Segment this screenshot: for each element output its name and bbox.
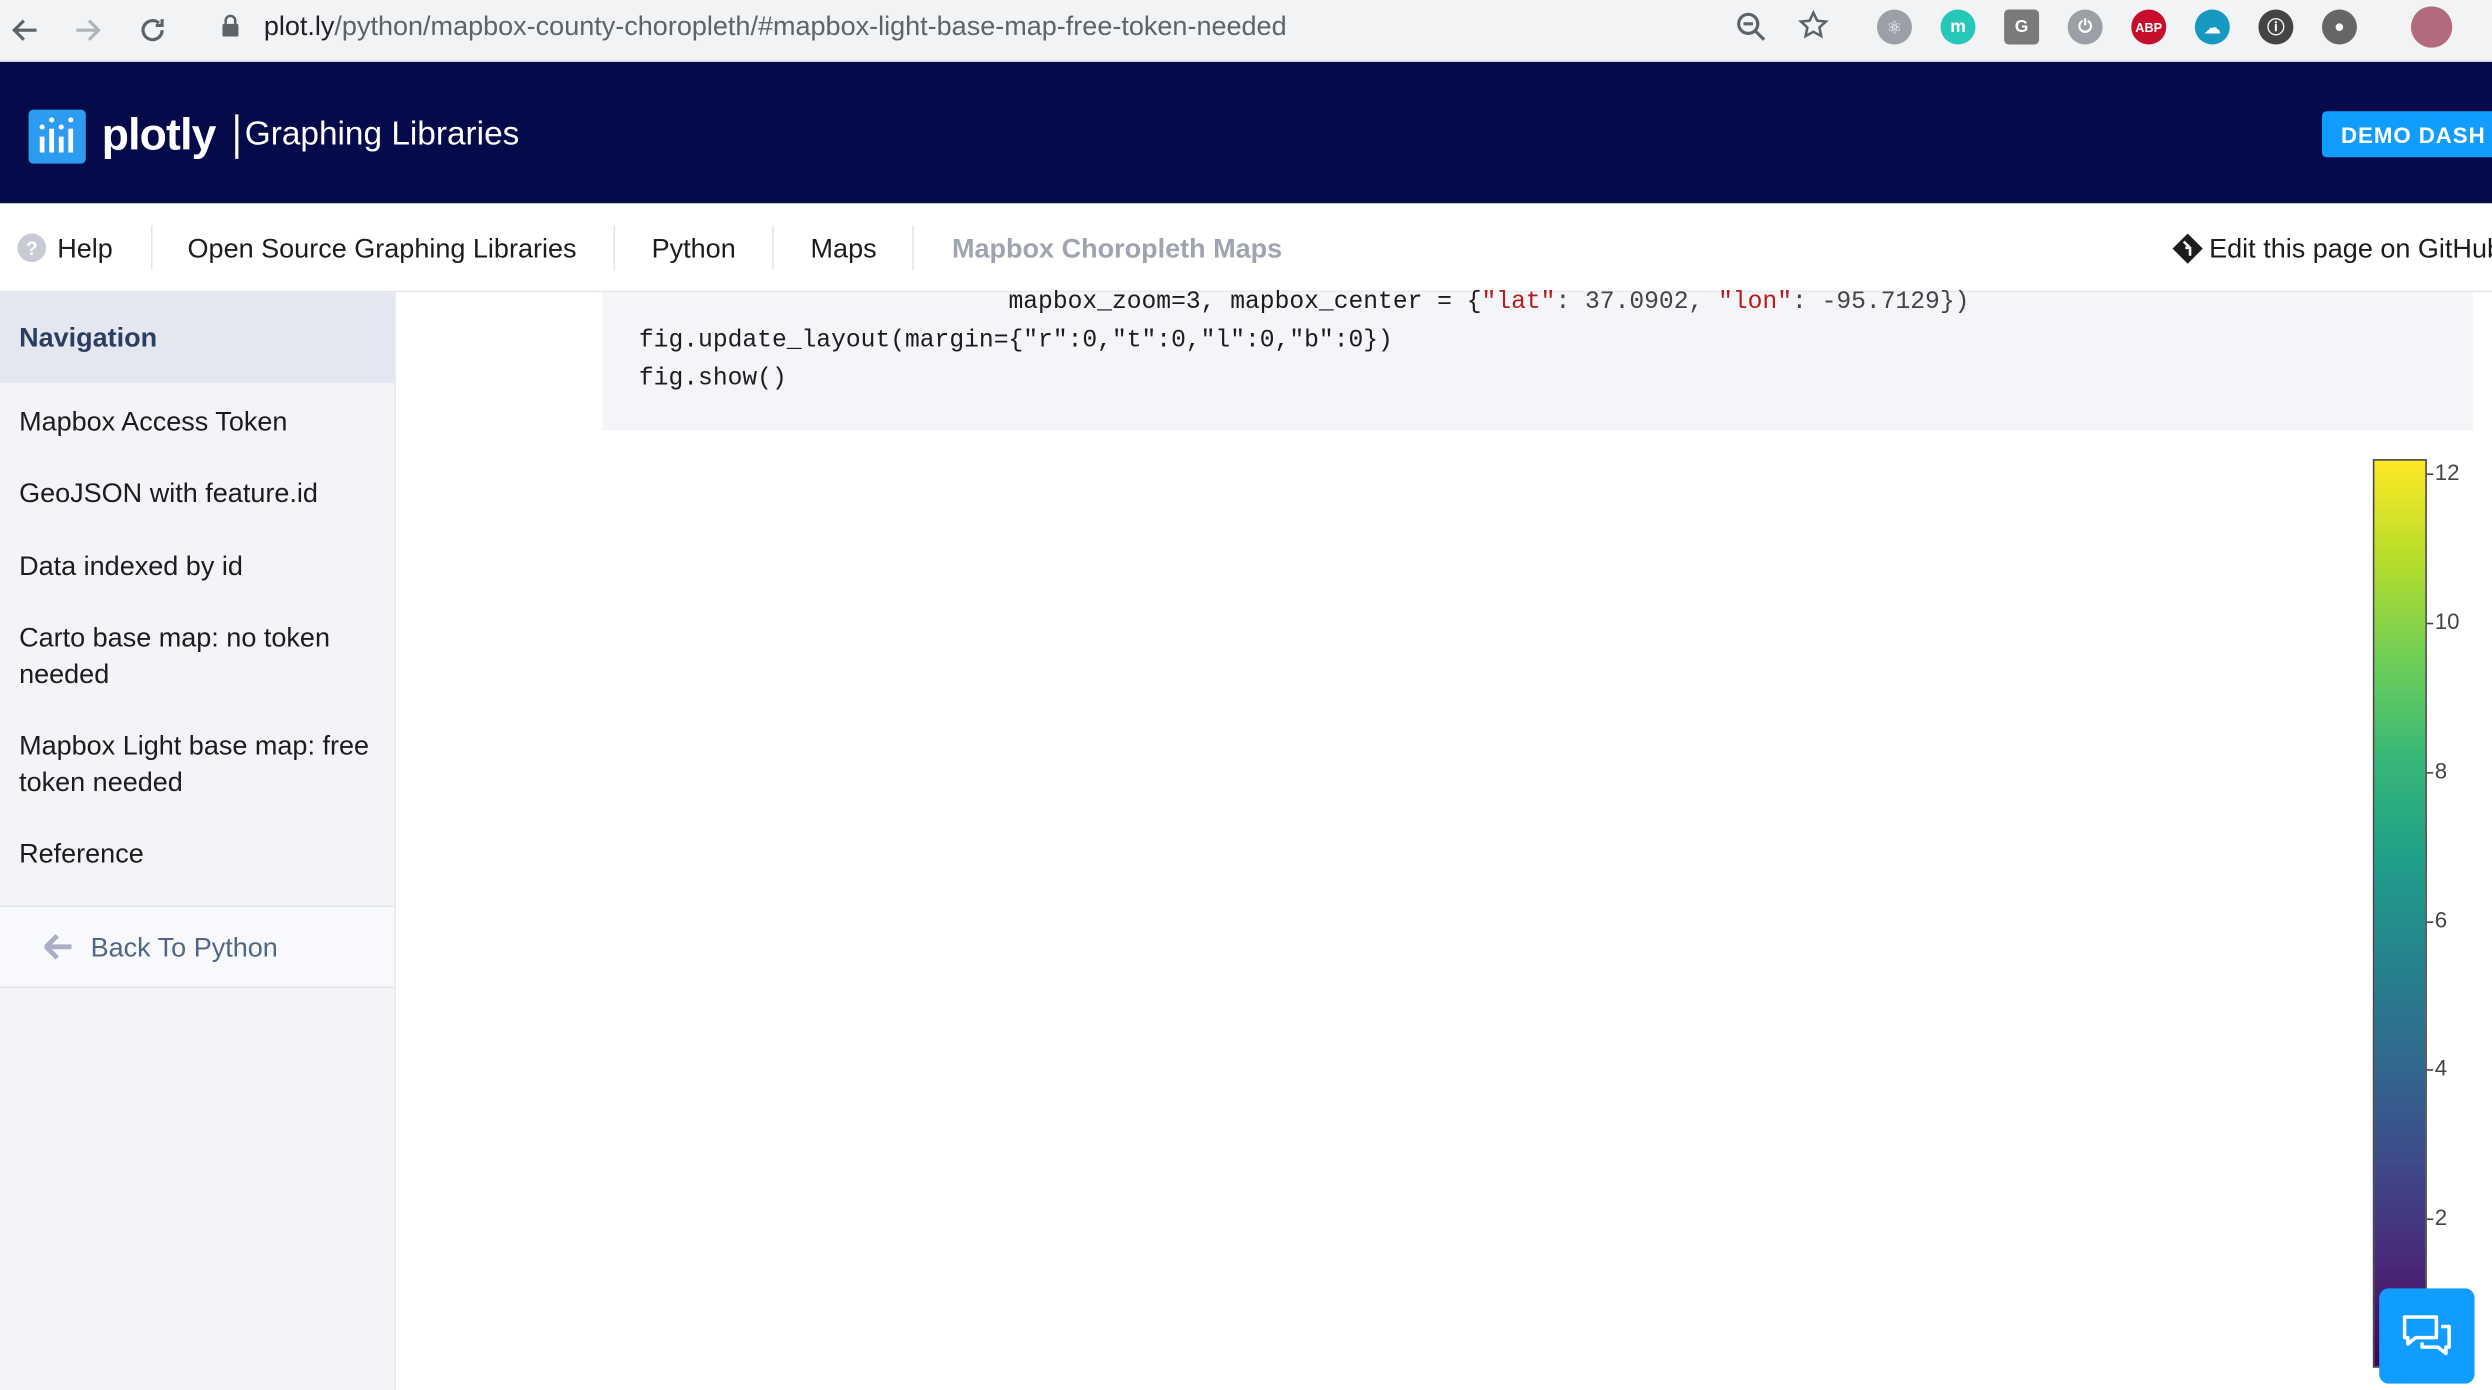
help-icon: ? (17, 233, 47, 263)
address-bar[interactable]: plot.ly/python/mapbox-county-choropleth/… (197, 1, 1847, 53)
sidebar: Navigation Mapbox Access Token GeoJSON w… (0, 292, 396, 1390)
circle-extension-icon[interactable]: ● (2321, 9, 2357, 45)
profile-avatar[interactable] (2410, 6, 2453, 48)
url-text: plot.ly/python/mapbox-county-choropleth/… (263, 11, 1287, 42)
breadcrumb-python[interactable]: Python (652, 234, 736, 266)
svg-text:?: ? (26, 239, 38, 260)
colorbar-tick-mark (2426, 1069, 2434, 1072)
sidebar-heading: Navigation (0, 292, 395, 383)
arrow-left-icon (44, 934, 72, 960)
salesforce-icon[interactable]: ☁ (2194, 9, 2230, 45)
colorbar-tick-label: 2 (2434, 1204, 2448, 1230)
sidebar-item-reference[interactable]: Reference (19, 836, 385, 873)
breadcrumb-maps[interactable]: Maps (811, 234, 877, 266)
colorbar-tick-label: 12 (2434, 459, 2460, 486)
onepassword-icon[interactable]: ⓘ (2258, 9, 2294, 45)
breadcrumb-open-source[interactable]: Open Source Graphing Libraries (188, 234, 577, 266)
code-line-3: fig.show() (638, 363, 787, 393)
grammarly-icon[interactable]: G (2004, 9, 2040, 45)
breadcrumb-divider (912, 225, 914, 271)
header-subtitle[interactable]: Graphing Libraries (245, 116, 520, 154)
colorbar-tick-mark (2426, 622, 2434, 625)
code-line-2: fig.update_layout(margin={"r":0,"t":0,"l… (638, 325, 1393, 355)
code-number: : 37.0902, (1555, 287, 1719, 317)
adblock-plus-icon[interactable]: ABP (2131, 9, 2167, 45)
map-plot-area[interactable] (396, 432, 2492, 1390)
colorbar-tick-label: 4 (2434, 1055, 2448, 1081)
code-text: mapbox_zoom=3, mapbox_center = { (638, 287, 1482, 317)
code-string: "lon" (1718, 287, 1793, 317)
colorbar-tick-mark (2426, 473, 2434, 476)
browser-toolbar: plot.ly/python/mapbox-county-choropleth/… (0, 0, 2492, 62)
code-number: : -95.7129}) (1792, 287, 1970, 317)
colorbar-tick-label: 10 (2434, 608, 2460, 635)
breadcrumb-current: Mapbox Choropleth Maps (951, 233, 1283, 264)
plotly-logo-icon[interactable] (28, 109, 86, 164)
page: plot.ly/python/mapbox-county-choropleth/… (0, 0, 2492, 1390)
sidebar-item-mapbox-access-token[interactable]: Mapbox Access Token (19, 404, 385, 441)
breadcrumb-divider (613, 225, 616, 271)
m-extension-icon[interactable]: m (1940, 9, 1976, 45)
sidebar-item-geojson[interactable]: GeoJSON with feature.id (19, 475, 385, 512)
site-header: plotly Graphing Libraries DEMO DASH (0, 61, 2492, 204)
colorbar-tick-label: 8 (2434, 757, 2448, 784)
colorbar-tick-mark (2426, 771, 2434, 774)
back-arrow-icon[interactable] (3, 8, 48, 52)
sidebar-heading-label: Navigation (19, 322, 158, 353)
colorbar-tick-mark (2426, 1218, 2434, 1221)
plotly-logo-text[interactable]: plotly (102, 110, 217, 161)
colorbar (2372, 459, 2427, 1368)
breadcrumb-divider (150, 225, 153, 271)
lock-icon (222, 14, 239, 37)
edit-on-github-link[interactable]: Edit this page on GitHub (2209, 234, 2492, 266)
back-to-python-label: Back To Python (90, 932, 278, 963)
logo-divider (235, 114, 239, 159)
power-icon[interactable]: ⏻ (2067, 9, 2103, 45)
breadcrumb: ? Help Open Source Graphing Libraries Py… (0, 203, 2492, 293)
code-block: mapbox_zoom=3, mapbox_center = {"lat": 3… (602, 288, 2473, 431)
forward-arrow-icon[interactable] (65, 8, 110, 52)
chat-button[interactable] (2379, 1288, 2475, 1384)
bookmark-star-icon[interactable] (1797, 9, 1829, 42)
back-to-python-button[interactable]: Back To Python (0, 905, 395, 989)
breadcrumb-help[interactable]: Help (57, 234, 113, 266)
reload-icon[interactable] (130, 8, 175, 52)
react-devtools-icon[interactable]: ⚛ (1876, 9, 1912, 45)
colorbar-tick-label: 6 (2434, 906, 2448, 933)
git-icon (2172, 233, 2203, 264)
chat-icon (2402, 1315, 2451, 1356)
breadcrumb-divider (772, 225, 774, 271)
code-line-1: mapbox_zoom=3, mapbox_center = {"lat": 3… (639, 288, 1970, 317)
colorbar-tick-mark (2426, 920, 2434, 923)
demo-dash-button[interactable]: DEMO DASH (2321, 111, 2492, 158)
code-string: "lat" (1481, 287, 1556, 317)
sidebar-item-carto-base-map[interactable]: Carto base map: no token needed (19, 620, 385, 693)
sidebar-item-mapbox-light[interactable]: Mapbox Light base map: free token needed (19, 728, 385, 801)
sidebar-item-data-indexed[interactable]: Data indexed by id (19, 548, 385, 585)
zoom-icon[interactable] (1736, 11, 1768, 43)
